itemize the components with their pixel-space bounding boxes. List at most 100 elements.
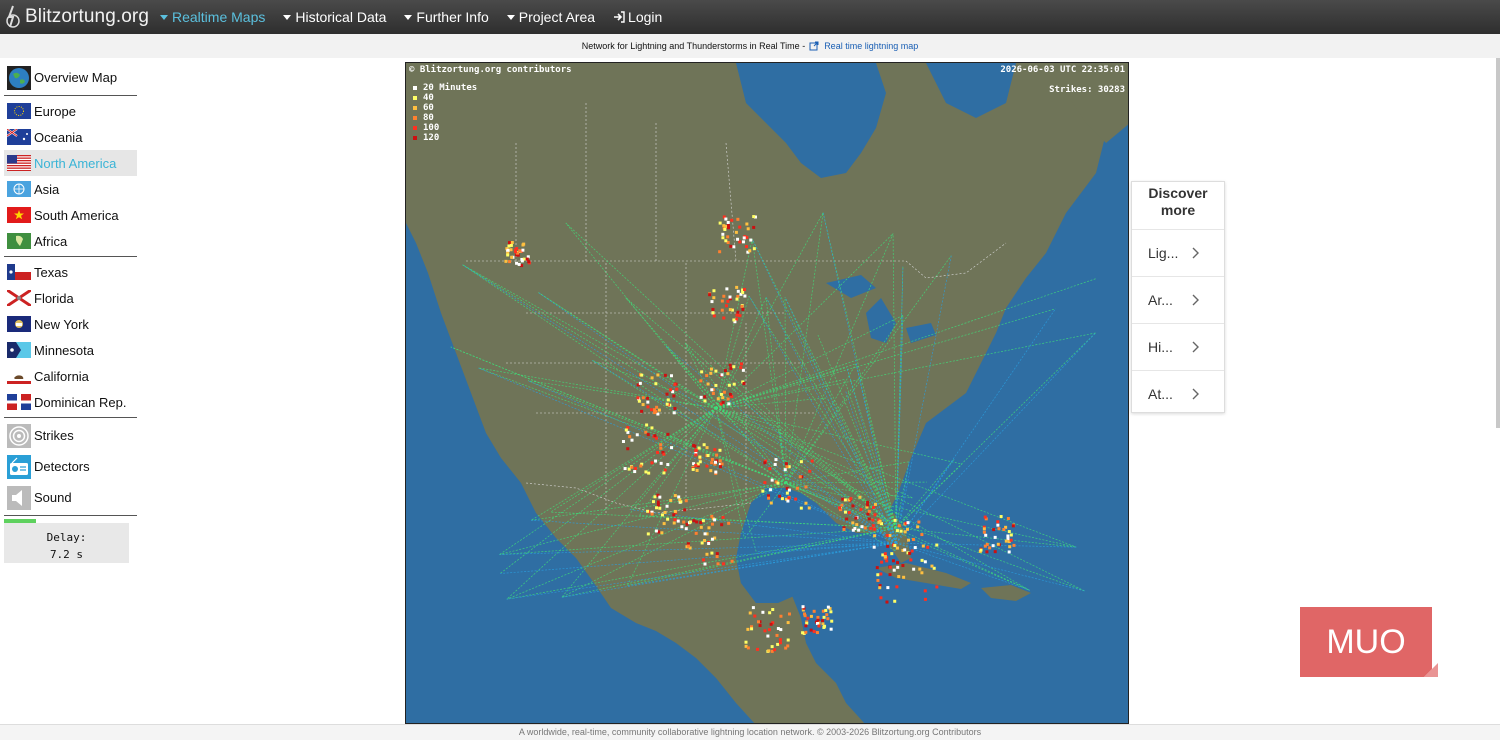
strike-point [886, 586, 890, 590]
strike-point [878, 519, 882, 523]
sidebar-item-europe[interactable]: Europe [4, 98, 137, 124]
strike-point [880, 560, 884, 564]
sidebar-item-florida[interactable]: Florida [4, 285, 137, 311]
strike-point [892, 568, 896, 572]
sidebar-item-detectors[interactable]: Detectors [4, 451, 137, 482]
strike-point [710, 522, 714, 526]
sidebar-item-oceania[interactable]: Oceania [4, 124, 137, 150]
strike-point [1006, 534, 1010, 538]
strike-point [911, 537, 915, 541]
strike-point [672, 513, 676, 517]
strike-point [709, 469, 713, 473]
strike-point [752, 215, 756, 219]
strike-point [657, 408, 661, 412]
discover-item-hi[interactable]: Hi... [1132, 323, 1224, 370]
strike-point [623, 467, 627, 471]
strike-point [758, 624, 762, 628]
footer: A worldwide, real-time, community collab… [0, 724, 1500, 740]
nav-login[interactable]: Login [613, 9, 662, 25]
strike-point [646, 405, 650, 409]
strike-point [724, 217, 728, 221]
strike-point [888, 573, 892, 577]
strike-point [711, 391, 715, 395]
login-icon [614, 11, 625, 23]
strike-point [808, 469, 812, 473]
strike-point [672, 521, 676, 525]
sidebar-item-new-york[interactable]: New York [4, 311, 137, 337]
strike-point [656, 373, 660, 377]
strike-point [991, 544, 995, 548]
strike-point [842, 527, 846, 531]
strike-point [783, 468, 787, 472]
strike-point [891, 559, 895, 563]
chevron-right-icon [1192, 294, 1199, 306]
strike-point [720, 373, 724, 377]
strike-point [705, 446, 709, 450]
legend-swatch [413, 86, 417, 90]
strike-point [509, 248, 513, 252]
strike-point [897, 524, 901, 528]
strike-point [1008, 545, 1012, 549]
legend-row: 60 [411, 103, 477, 113]
sidebar: Overview Map Europe Oceania North Americ… [4, 62, 137, 563]
sidebar-item-california[interactable]: California [4, 363, 137, 389]
map-canvas[interactable] [406, 63, 1129, 724]
strike-point [647, 471, 651, 475]
brand[interactable]: Blitzortung.org [0, 5, 160, 29]
strike-point [993, 550, 997, 554]
page-scrollbar[interactable] [1496, 58, 1500, 428]
sidebar-item-strikes[interactable]: Strikes [4, 420, 137, 451]
sidebar-item-africa[interactable]: Africa [4, 228, 137, 254]
muo-watermark-logo: MUO [1300, 607, 1438, 677]
sidebar-item-south-america[interactable]: South America [4, 202, 137, 228]
sidebar-item-sound[interactable]: Sound [4, 482, 137, 513]
strike-point [711, 307, 715, 311]
strike-point [714, 383, 718, 387]
discover-item-at[interactable]: At... [1132, 370, 1224, 417]
strike-point [817, 624, 821, 628]
strike-point [866, 500, 870, 504]
sidebar-item-dominican-rep[interactable]: Dominican Rep. [4, 389, 137, 415]
sidebar-item-overview-map[interactable]: Overview Map [4, 62, 137, 93]
strike-point [655, 506, 659, 510]
strike-point [520, 259, 524, 263]
sidebar-item-minnesota[interactable]: Minnesota [4, 337, 137, 363]
strike-point [707, 542, 711, 546]
strike-point [713, 448, 717, 452]
strike-point [673, 494, 677, 498]
discover-item-lightning[interactable]: Lig... [1132, 229, 1224, 276]
strike-point [888, 565, 892, 569]
strike-point [935, 543, 939, 547]
strike-point [773, 648, 777, 652]
strike-point [918, 567, 922, 571]
sidebar-item-texas[interactable]: Texas [4, 259, 137, 285]
sidebar-item-north-america[interactable]: North America [4, 150, 137, 176]
strike-point [871, 524, 875, 528]
strike-point [673, 509, 677, 513]
strike-point [807, 506, 811, 510]
discover-item-ar[interactable]: Ar... [1132, 276, 1224, 323]
strike-point [694, 453, 698, 457]
speaker-icon [7, 485, 31, 510]
nav-further-info[interactable]: Further Info [404, 9, 489, 25]
nav-realtime-maps[interactable]: Realtime Maps [160, 9, 265, 25]
strike-point [726, 235, 730, 239]
strike-point [825, 613, 829, 617]
nav-historical-data[interactable]: Historical Data [283, 9, 386, 25]
lightning-map[interactable]: © Blitzortung.org contributors 2026-06-0… [405, 62, 1129, 724]
strike-point [886, 544, 890, 548]
realtime-map-link[interactable]: Real time lightning map [809, 41, 918, 51]
nav-project-area[interactable]: Project Area [506, 9, 595, 25]
strike-point [876, 578, 880, 582]
strike-point [843, 498, 847, 502]
strike-point [646, 396, 650, 400]
strike-point [666, 463, 670, 467]
strike-point [851, 528, 855, 532]
strike-point [801, 631, 805, 635]
strike-point [859, 507, 863, 511]
new-york-flag-icon [7, 316, 31, 332]
strike-point [726, 220, 730, 224]
sidebar-item-asia[interactable]: Asia [4, 176, 137, 202]
strike-point [659, 443, 663, 447]
strike-point [742, 236, 746, 240]
